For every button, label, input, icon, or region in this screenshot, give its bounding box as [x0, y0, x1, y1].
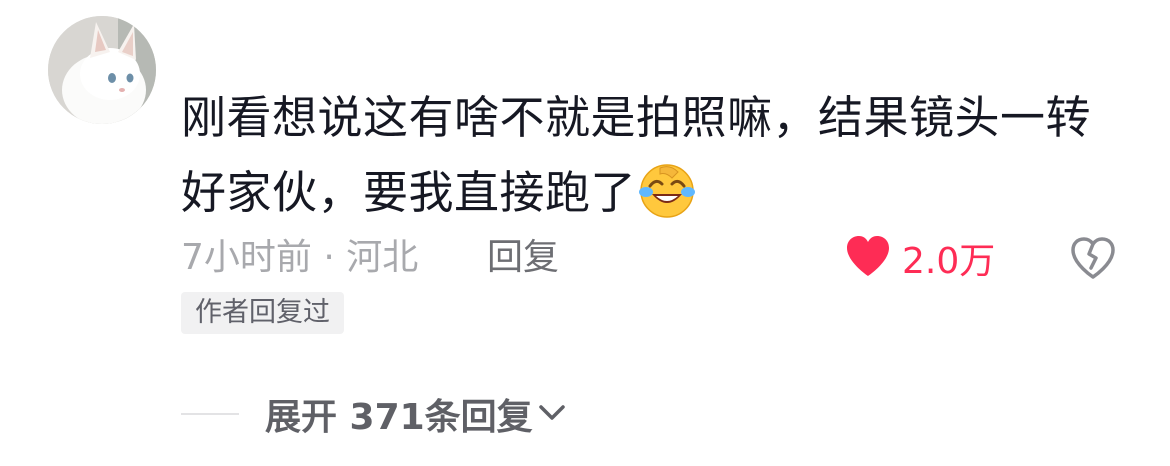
- broken-heart-icon: [1069, 237, 1117, 284]
- like-button[interactable]: 2.0万: [844, 232, 995, 284]
- reply-button[interactable]: 回复: [487, 232, 559, 284]
- expand-replies-label[interactable]: 展开 371条回复: [265, 388, 533, 440]
- author-replied-badge: 作者回复过: [181, 292, 344, 334]
- comment-item: 刚看想说这有啥不就是拍照嘛，结果镜头一转 好家伙，要我直接跑了 7小时前 · 河…: [0, 0, 1170, 466]
- laughing-crying-emoji-icon: [638, 162, 696, 220]
- expand-replies[interactable]: 展开 371条回复: [181, 388, 567, 440]
- comment-text-line-1: 刚看想说这有啥不就是拍照嘛，结果镜头一转: [181, 91, 1092, 144]
- comment-meta: 7小时前 · 河北 回复 2.0万: [181, 232, 1141, 284]
- expand-divider: [181, 413, 239, 415]
- comment-text: 刚看想说这有啥不就是拍照嘛，结果镜头一转 好家伙，要我直接跑了: [181, 80, 1141, 230]
- avatar[interactable]: [48, 16, 156, 124]
- comment-text-line-2: 好家伙，要我直接跑了: [181, 166, 637, 219]
- like-count: 2.0万: [902, 241, 996, 282]
- comment-text-line-2-wrapper: 好家伙，要我直接跑了: [181, 155, 1141, 230]
- heart-icon: [844, 234, 892, 282]
- dislike-button[interactable]: [1069, 236, 1117, 284]
- chevron-down-icon[interactable]: [537, 401, 567, 427]
- time-location: 7小时前 · 河北: [181, 237, 419, 278]
- white-cat-avatar-image: [48, 16, 156, 124]
